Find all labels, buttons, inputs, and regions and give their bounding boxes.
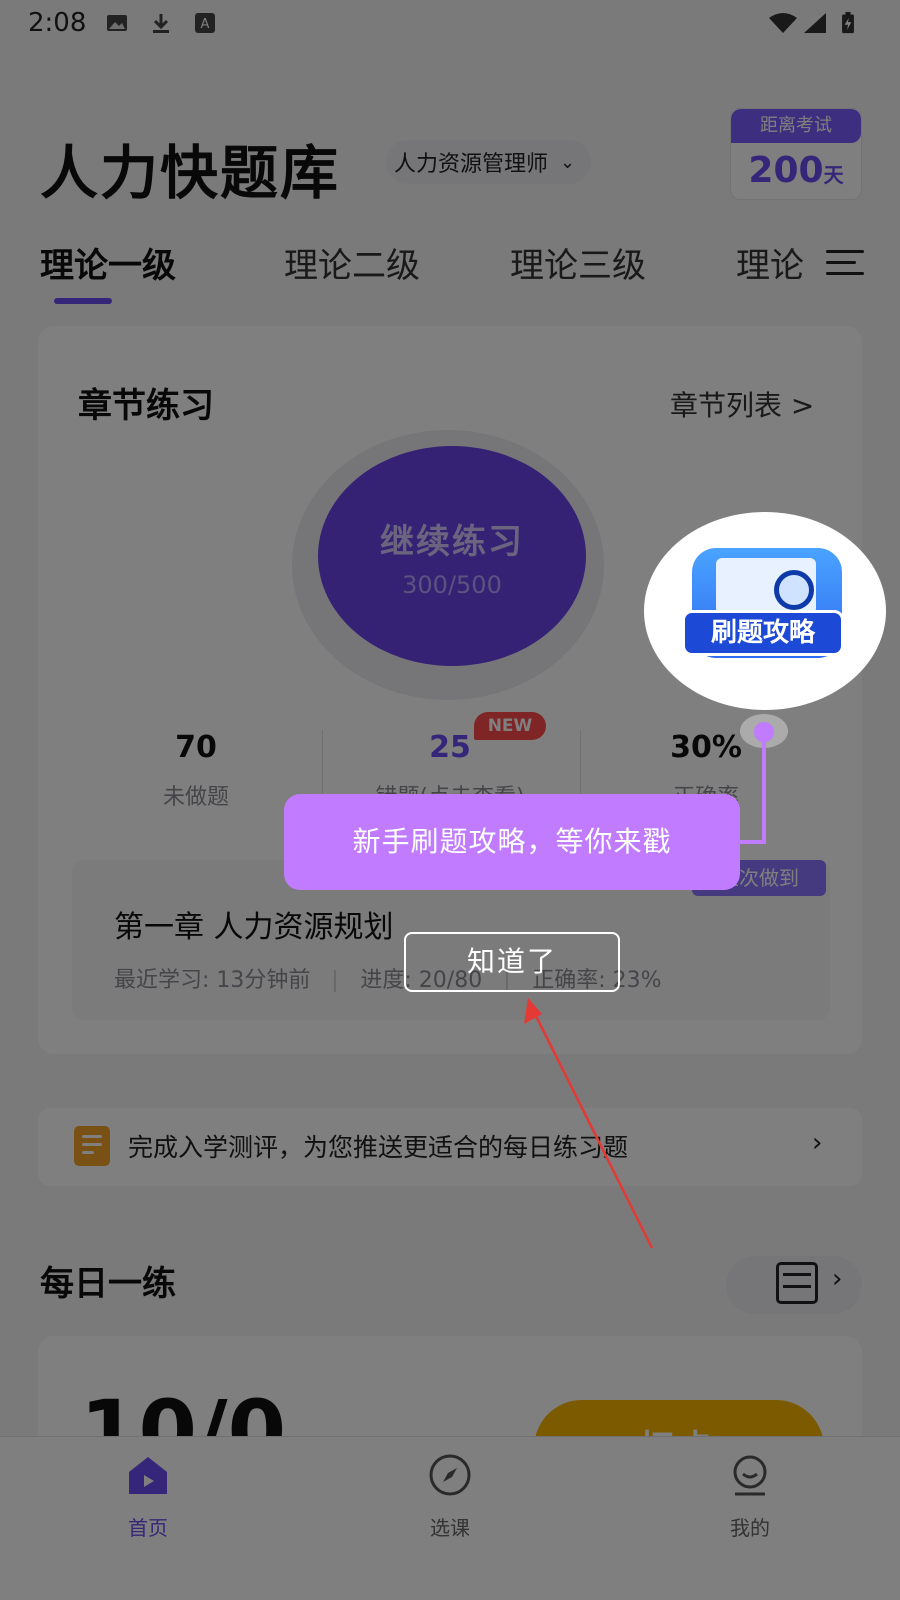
annotation-arrow <box>524 998 654 1249</box>
